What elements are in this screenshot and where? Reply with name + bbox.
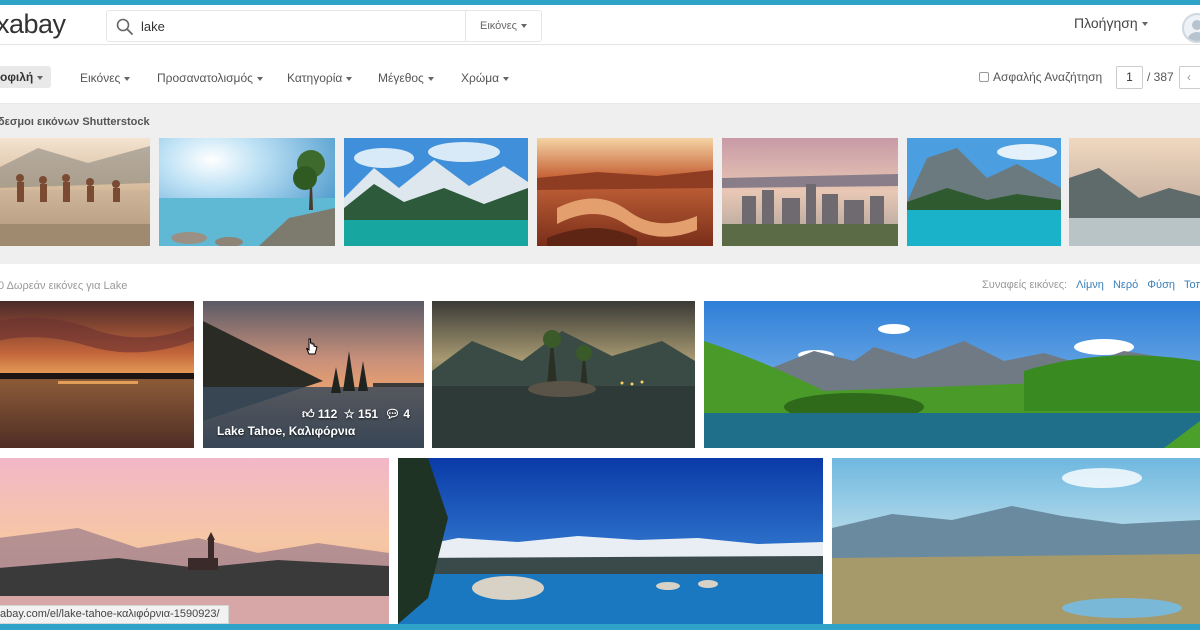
page-total: / 387 (1147, 70, 1174, 84)
chevron-down-icon (346, 76, 353, 81)
page-input[interactable]: 1 (1116, 66, 1143, 89)
comment-icon[interactable]: 💬︎ (385, 407, 400, 421)
user-body-shape (1187, 32, 1200, 41)
results-bar: 0 Δωρεάν εικόνες για Lake Συναφείς εικόν… (0, 264, 1200, 300)
explore-label: Πλοήγηση (1074, 15, 1138, 31)
chevron-down-icon (37, 75, 44, 80)
logo[interactable]: xabay (0, 9, 66, 40)
filter-orientation[interactable]: Προσανατολισμός (157, 71, 263, 85)
photo-tile[interactable] (432, 301, 695, 448)
filter-bar: οφιλή Εικόνες Προσανατολισμός Κατηγορία … (0, 46, 1200, 104)
filter-color-label: Χρώμα (461, 71, 500, 85)
prev-page-button[interactable]: ‹ (1179, 66, 1200, 89)
sponsored-thumb[interactable] (159, 138, 335, 246)
pagination: 1 / 387 (1116, 66, 1174, 89)
filter-size-label: Μέγεθος (378, 71, 424, 85)
related-link[interactable]: Λίμνη (1076, 279, 1104, 291)
photo-stats: 👍︎ 112 ☆ 151 💬︎ 4 (302, 407, 410, 422)
filter-size[interactable]: Μέγεθος (378, 71, 434, 85)
filter-color[interactable]: Χρώμα (461, 71, 510, 85)
sponsored-thumb[interactable] (907, 138, 1061, 246)
chevron-down-icon (520, 24, 527, 29)
photo-tile[interactable] (0, 458, 389, 624)
sponsored-section: δεσμοι εικόνων Shutterstock (0, 104, 1200, 264)
photo-title[interactable]: Lake Tahoe, Καλιφόρνια (217, 424, 355, 438)
bottom-accent-bar (0, 624, 1200, 630)
like-icon[interactable]: 👍︎ (302, 407, 315, 421)
search-input[interactable] (141, 12, 461, 40)
filter-popular-label: οφιλή (0, 70, 34, 84)
chevron-down-icon (1141, 22, 1148, 27)
filter-images-label: Εικόνες (80, 71, 121, 85)
like-count: 112 (317, 407, 338, 421)
photo-tile[interactable] (832, 458, 1200, 624)
results-count: 0 Δωρεάν εικόνες για Lake (0, 280, 128, 292)
filter-orientation-label: Προσανατολισμός (157, 71, 253, 85)
star-icon[interactable]: ☆ (344, 407, 355, 421)
safe-search-toggle[interactable]: Ασφαλής Αναζήτηση (979, 70, 1102, 84)
comment-count: 4 (403, 407, 410, 421)
explore-menu[interactable]: Πλοήγηση (1074, 15, 1148, 31)
filter-category[interactable]: Κατηγορία (287, 71, 353, 85)
chevron-down-icon (427, 76, 434, 81)
related-link[interactable]: Τοπ (1184, 279, 1200, 291)
search-type-label: Εικόνες (480, 20, 517, 32)
status-bar-url: abay.com/el/lake-tahoe-καλιφόρνια-159092… (0, 605, 229, 624)
related-link[interactable]: Φύση (1147, 279, 1175, 291)
related-label: Συναφείς εικόνες: (982, 279, 1068, 291)
search-icon[interactable] (115, 17, 135, 37)
chevron-down-icon (124, 76, 131, 81)
photo-tile[interactable] (704, 301, 1200, 448)
sponsored-title: δεσμοι εικόνων Shutterstock (0, 116, 150, 128)
user-head-shape (1192, 20, 1200, 30)
sponsored-thumb[interactable] (0, 138, 150, 246)
photo-tile[interactable] (0, 301, 194, 448)
search-bar: Εικόνες (106, 10, 542, 42)
sponsored-thumb[interactable] (1069, 138, 1200, 246)
related-searches: Συναφείς εικόνες: Λίμνη Νερό Φύση Τοπ (982, 279, 1200, 291)
filter-popular[interactable]: οφιλή (0, 66, 52, 88)
related-link[interactable]: Νερό (1113, 279, 1138, 291)
photo-tile-featured[interactable]: 👍︎ 112 ☆ 151 💬︎ 4 Lake Tahoe, Καλιφόρνια (203, 301, 424, 448)
sponsored-thumb[interactable] (722, 138, 898, 246)
chevron-down-icon (503, 76, 510, 81)
header: xabay Εικόνες Πλοήγηση (0, 5, 1200, 45)
photo-tile[interactable] (398, 458, 823, 624)
safe-search-label: Ασφαλής Αναζήτηση (993, 70, 1103, 84)
filter-images[interactable]: Εικόνες (80, 71, 131, 85)
mouse-pointer-icon (306, 338, 318, 355)
filter-category-label: Κατηγορία (287, 71, 343, 85)
sponsored-thumb[interactable] (537, 138, 713, 246)
chevron-down-icon (256, 76, 263, 81)
favorite-count: 151 (358, 407, 379, 421)
avatar[interactable] (1182, 13, 1200, 43)
sponsored-thumb[interactable] (344, 138, 528, 246)
safe-search-checkbox[interactable] (979, 72, 989, 82)
search-type-dropdown[interactable]: Εικόνες (465, 11, 541, 41)
